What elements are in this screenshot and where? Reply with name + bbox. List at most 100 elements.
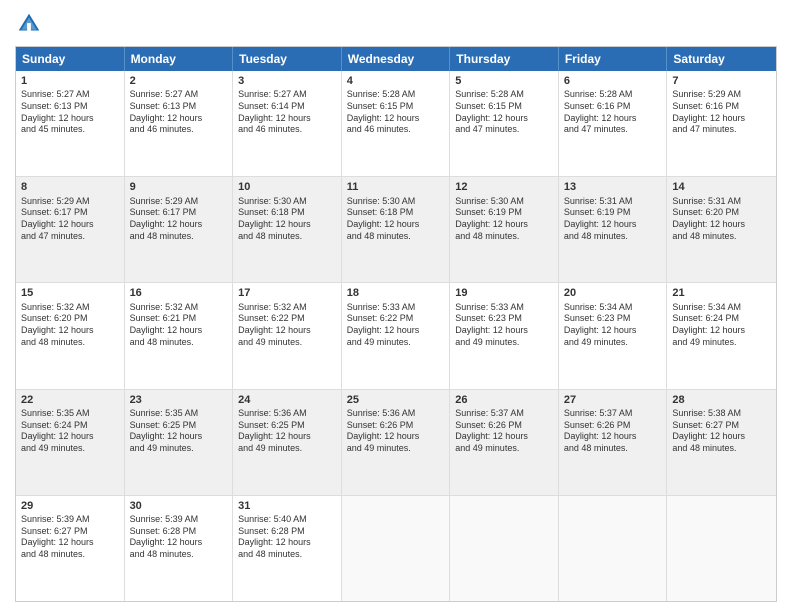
calendar-cell: 3Sunrise: 5:27 AMSunset: 6:14 PMDaylight… — [233, 71, 342, 176]
day-info-line: Sunrise: 5:34 AM — [672, 302, 771, 314]
day-info-line: and 47 minutes. — [672, 124, 771, 136]
day-number: 4 — [347, 74, 445, 88]
day-info-line: Sunrise: 5:39 AM — [130, 514, 228, 526]
day-info-line: Daylight: 12 hours — [21, 219, 119, 231]
page: SundayMondayTuesdayWednesdayThursdayFrid… — [0, 0, 792, 612]
calendar-cell — [450, 496, 559, 601]
day-info-line: Sunset: 6:23 PM — [455, 313, 553, 325]
day-info-line: Sunset: 6:22 PM — [347, 313, 445, 325]
header-day-saturday: Saturday — [667, 47, 776, 71]
calendar-cell: 10Sunrise: 5:30 AMSunset: 6:18 PMDayligh… — [233, 177, 342, 282]
day-info-line: Sunset: 6:14 PM — [238, 101, 336, 113]
day-info-line: Sunset: 6:27 PM — [21, 526, 119, 538]
day-info-line: Daylight: 12 hours — [238, 219, 336, 231]
day-info-line: Sunrise: 5:33 AM — [347, 302, 445, 314]
calendar-row-3: 15Sunrise: 5:32 AMSunset: 6:20 PMDayligh… — [16, 282, 776, 388]
day-info-line: and 49 minutes. — [672, 337, 771, 349]
calendar-cell: 22Sunrise: 5:35 AMSunset: 6:24 PMDayligh… — [16, 390, 125, 495]
calendar-cell: 31Sunrise: 5:40 AMSunset: 6:28 PMDayligh… — [233, 496, 342, 601]
header-day-friday: Friday — [559, 47, 668, 71]
calendar-row-5: 29Sunrise: 5:39 AMSunset: 6:27 PMDayligh… — [16, 495, 776, 601]
day-info-line: Sunrise: 5:36 AM — [238, 408, 336, 420]
day-info-line: Daylight: 12 hours — [130, 431, 228, 443]
calendar: SundayMondayTuesdayWednesdayThursdayFrid… — [15, 46, 777, 602]
day-info-line: Sunset: 6:25 PM — [238, 420, 336, 432]
calendar-row-4: 22Sunrise: 5:35 AMSunset: 6:24 PMDayligh… — [16, 389, 776, 495]
day-number: 12 — [455, 180, 553, 194]
day-info-line: Daylight: 12 hours — [130, 219, 228, 231]
day-info-line: Daylight: 12 hours — [672, 219, 771, 231]
day-info-line: Sunrise: 5:31 AM — [672, 196, 771, 208]
day-info-line: and 48 minutes. — [130, 549, 228, 561]
day-info-line: Sunset: 6:16 PM — [672, 101, 771, 113]
calendar-cell: 15Sunrise: 5:32 AMSunset: 6:20 PMDayligh… — [16, 283, 125, 388]
calendar-cell: 5Sunrise: 5:28 AMSunset: 6:15 PMDaylight… — [450, 71, 559, 176]
day-number: 26 — [455, 393, 553, 407]
day-info-line: Sunrise: 5:27 AM — [21, 89, 119, 101]
day-info-line: Daylight: 12 hours — [238, 537, 336, 549]
day-info-line: and 47 minutes. — [564, 124, 662, 136]
calendar-cell: 30Sunrise: 5:39 AMSunset: 6:28 PMDayligh… — [125, 496, 234, 601]
day-info-line: Sunset: 6:15 PM — [347, 101, 445, 113]
day-number: 10 — [238, 180, 336, 194]
calendar-cell: 6Sunrise: 5:28 AMSunset: 6:16 PMDaylight… — [559, 71, 668, 176]
day-info-line: Daylight: 12 hours — [455, 431, 553, 443]
day-info-line: Sunrise: 5:27 AM — [130, 89, 228, 101]
day-number: 6 — [564, 74, 662, 88]
calendar-cell: 19Sunrise: 5:33 AMSunset: 6:23 PMDayligh… — [450, 283, 559, 388]
day-info-line: Daylight: 12 hours — [564, 325, 662, 337]
day-number: 20 — [564, 286, 662, 300]
calendar-cell: 27Sunrise: 5:37 AMSunset: 6:26 PMDayligh… — [559, 390, 668, 495]
calendar-row-2: 8Sunrise: 5:29 AMSunset: 6:17 PMDaylight… — [16, 176, 776, 282]
day-info-line: Sunset: 6:17 PM — [21, 207, 119, 219]
day-info-line: Sunrise: 5:35 AM — [21, 408, 119, 420]
day-info-line: Sunset: 6:16 PM — [564, 101, 662, 113]
calendar-cell: 23Sunrise: 5:35 AMSunset: 6:25 PMDayligh… — [125, 390, 234, 495]
day-info-line: and 48 minutes. — [21, 337, 119, 349]
day-info-line: Daylight: 12 hours — [455, 113, 553, 125]
day-info-line: Sunrise: 5:32 AM — [238, 302, 336, 314]
day-info-line: Sunset: 6:22 PM — [238, 313, 336, 325]
day-info-line: Sunrise: 5:37 AM — [564, 408, 662, 420]
day-info-line: Sunset: 6:25 PM — [130, 420, 228, 432]
day-number: 2 — [130, 74, 228, 88]
day-info-line: and 49 minutes. — [564, 337, 662, 349]
calendar-cell: 24Sunrise: 5:36 AMSunset: 6:25 PMDayligh… — [233, 390, 342, 495]
day-number: 5 — [455, 74, 553, 88]
day-info-line: Daylight: 12 hours — [238, 113, 336, 125]
day-info-line: Sunrise: 5:33 AM — [455, 302, 553, 314]
day-info-line: Sunrise: 5:32 AM — [21, 302, 119, 314]
day-info-line: and 48 minutes. — [672, 443, 771, 455]
day-number: 27 — [564, 393, 662, 407]
calendar-cell: 18Sunrise: 5:33 AMSunset: 6:22 PMDayligh… — [342, 283, 451, 388]
day-info-line: and 49 minutes. — [347, 443, 445, 455]
day-info-line: Sunrise: 5:37 AM — [455, 408, 553, 420]
day-info-line: Sunset: 6:24 PM — [672, 313, 771, 325]
logo-icon — [15, 10, 43, 38]
calendar-cell: 25Sunrise: 5:36 AMSunset: 6:26 PMDayligh… — [342, 390, 451, 495]
day-info-line: Daylight: 12 hours — [130, 537, 228, 549]
day-info-line: Daylight: 12 hours — [672, 113, 771, 125]
day-info-line: Sunrise: 5:27 AM — [238, 89, 336, 101]
day-number: 14 — [672, 180, 771, 194]
day-info-line: and 48 minutes. — [672, 231, 771, 243]
day-info-line: Sunrise: 5:32 AM — [130, 302, 228, 314]
calendar-cell: 7Sunrise: 5:29 AMSunset: 6:16 PMDaylight… — [667, 71, 776, 176]
day-info-line: and 46 minutes. — [130, 124, 228, 136]
day-number: 7 — [672, 74, 771, 88]
day-info-line: Daylight: 12 hours — [347, 113, 445, 125]
calendar-cell: 4Sunrise: 5:28 AMSunset: 6:15 PMDaylight… — [342, 71, 451, 176]
day-number: 21 — [672, 286, 771, 300]
calendar-cell: 8Sunrise: 5:29 AMSunset: 6:17 PMDaylight… — [16, 177, 125, 282]
calendar-cell: 20Sunrise: 5:34 AMSunset: 6:23 PMDayligh… — [559, 283, 668, 388]
day-info-line: Sunrise: 5:29 AM — [130, 196, 228, 208]
day-info-line: and 48 minutes. — [21, 549, 119, 561]
calendar-cell: 29Sunrise: 5:39 AMSunset: 6:27 PMDayligh… — [16, 496, 125, 601]
calendar-cell: 28Sunrise: 5:38 AMSunset: 6:27 PMDayligh… — [667, 390, 776, 495]
day-info-line: and 47 minutes. — [21, 231, 119, 243]
day-info-line: and 49 minutes. — [455, 337, 553, 349]
day-info-line: Sunset: 6:28 PM — [238, 526, 336, 538]
calendar-cell: 21Sunrise: 5:34 AMSunset: 6:24 PMDayligh… — [667, 283, 776, 388]
calendar-cell — [342, 496, 451, 601]
calendar-header: SundayMondayTuesdayWednesdayThursdayFrid… — [16, 47, 776, 71]
